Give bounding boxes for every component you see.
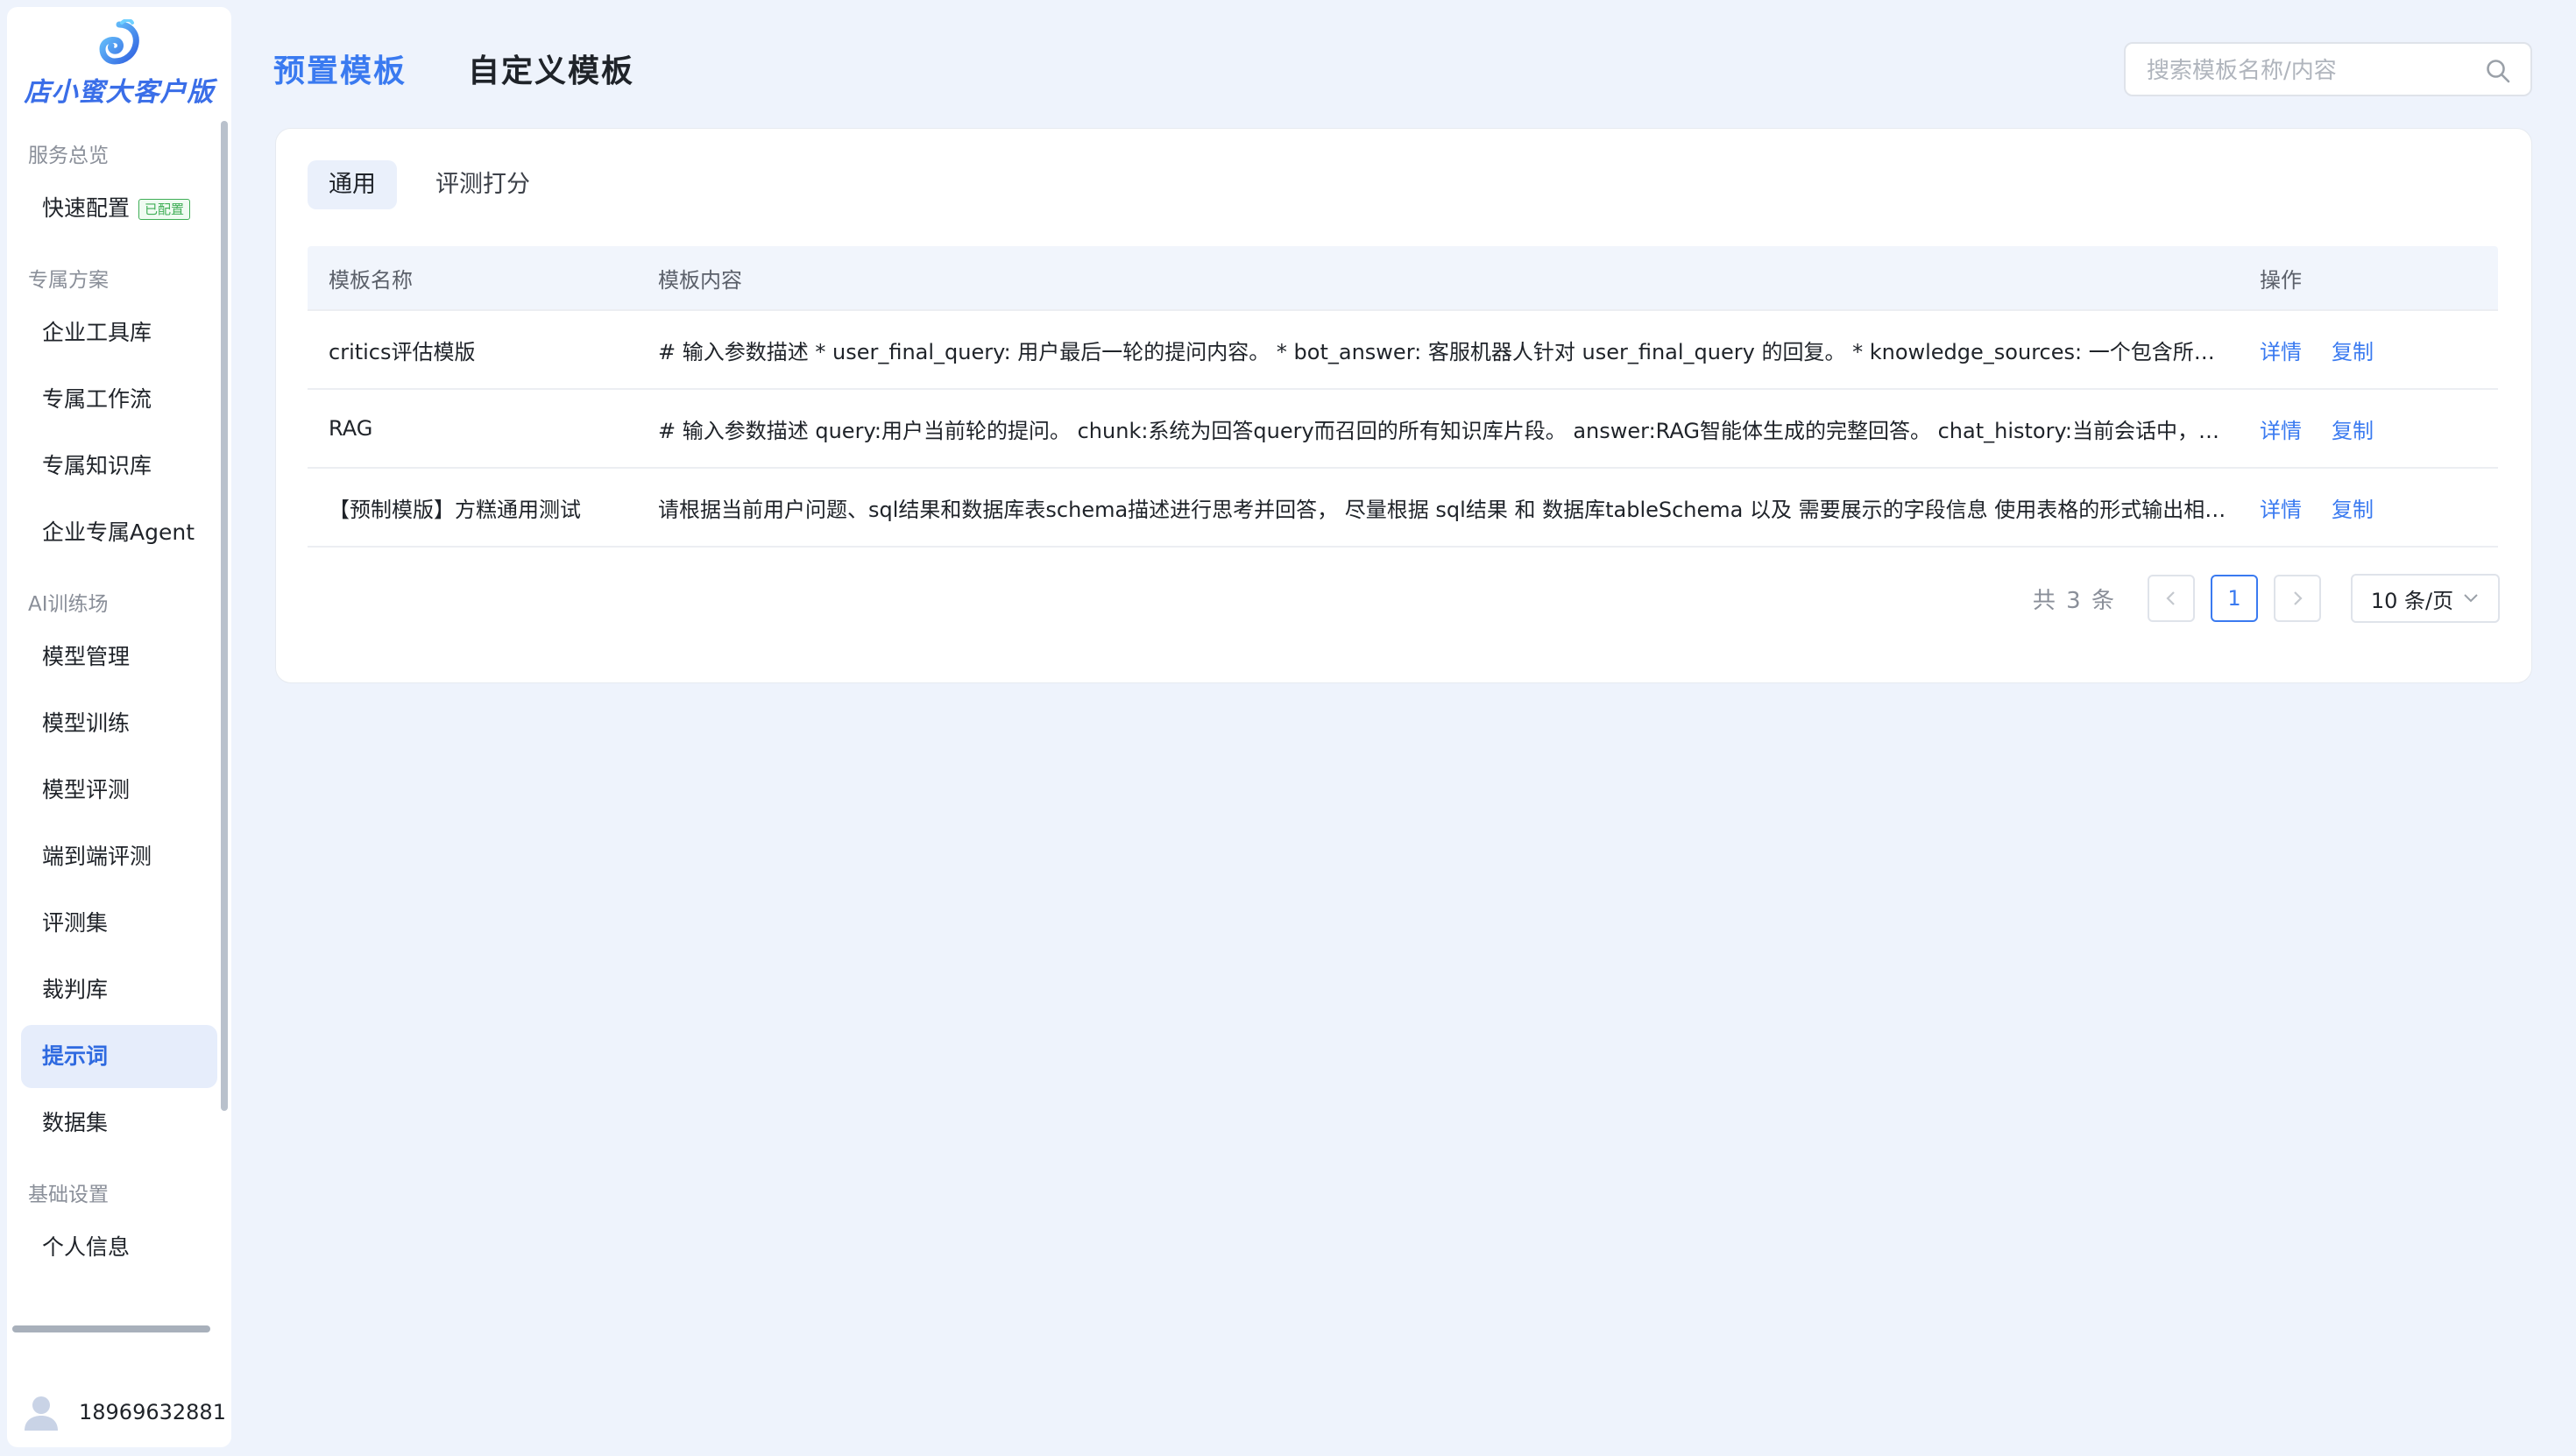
template-content: 请根据当前用户问题、sql结果和数据库表schema描述进行思考并回答， 尽量根… [658,497,2254,522]
search-input[interactable] [2145,54,2481,88]
sidebar-item-agent[interactable]: 企业专属Agent [21,501,217,564]
template-content: # 输入参数描述 * user_final_query: 用户最后一轮的提问内容… [658,339,2254,364]
table-row: critics评估模版 # 输入参数描述 * user_final_query:… [308,311,2498,390]
copy-link[interactable]: 复制 [2332,413,2374,444]
row-actions: 详情 复制 [2254,492,2498,523]
sidebar-item-workflow[interactable]: 专属工作流 [21,368,217,431]
copy-link[interactable]: 复制 [2332,335,2374,365]
tab-general[interactable]: 通用 [308,160,397,209]
column-header-name: 模板名称 [329,267,413,293]
sidebar-item-prompts[interactable]: 提示词 [21,1025,217,1088]
sidebar-item-eval-set[interactable]: 评测集 [21,892,217,955]
row-actions: 详情 复制 [2254,335,2498,365]
search-box [2124,42,2532,96]
sidebar-item-label: 个人信息 [42,1234,131,1260]
section-title-ai-training: AI训练场 [28,593,109,616]
sidebar-item-label: 企业专属Agent [42,519,195,545]
template-type-tabs: 预置模板 自定义模板 [273,46,634,91]
avatar-icon [25,1396,58,1431]
sidebar-item-label: 模型评测 [42,777,131,802]
sidebar-item-model-training[interactable]: 模型训练 [21,692,217,755]
tab-evaluation-scoring[interactable]: 评测打分 [414,160,551,209]
sidebar-item-label: 快速配置 [42,195,131,221]
sidebar-item-knowledge[interactable]: 专属知识库 [21,435,217,498]
sidebar-item-tools[interactable]: 企业工具库 [21,301,217,364]
sidebar-item-label: 提示词 [42,1043,109,1069]
column-header-actions: 操作 [2260,267,2302,293]
detail-link[interactable]: 详情 [2260,335,2302,365]
next-page-button[interactable] [2274,575,2321,622]
section-title-basic-settings: 基础设置 [28,1184,109,1206]
sidebar-item-quick-config[interactable]: 快速配置 已配置 [21,177,217,240]
section-title-overview: 服务总览 [28,145,109,167]
copy-link[interactable]: 复制 [2332,492,2374,523]
sidebar-item-label: 裁判库 [42,977,109,1002]
section-title-exclusive: 专属方案 [28,269,109,292]
user-phone: 18969632881 [79,1400,226,1424]
category-tabs: 通用 评测打分 [308,160,551,209]
tab-custom-templates[interactable]: 自定义模板 [468,46,634,91]
template-card: 通用 评测打分 模板名称 模板内容 操作 critics评估模版 # 输入参数描… [275,128,2532,683]
app-title: 店小蜜大客户版 [24,77,215,108]
sidebar-item-label: 模型管理 [42,644,131,669]
page-number-button[interactable]: 1 [2211,575,2258,622]
table-row: 【预制模版】方糕通用测试 请根据当前用户问题、sql结果和数据库表schema描… [308,469,2498,548]
sidebar-nav: 服务总览 快速配置 已配置 专属方案 企业工具库 专属工作流 专属知识库 企业专属… [7,138,231,1330]
row-actions: 详情 复制 [2254,413,2498,444]
template-name: critics评估模版 [329,339,476,364]
prev-page-button[interactable] [2148,575,2195,622]
sidebar-item-label: 评测集 [42,910,109,936]
detail-link[interactable]: 详情 [2260,492,2302,523]
sidebar-item-profile[interactable]: 个人信息 [21,1216,217,1279]
chevron-down-icon [2464,594,2478,603]
total-count: 共 3 条 [2032,587,2116,614]
page-size-select[interactable]: 10 条/页 [2351,574,2500,623]
sidebar-item-label: 模型训练 [42,710,131,736]
phoenix-logo-icon [99,19,139,65]
sidebar-item-label: 企业工具库 [42,320,152,345]
template-name: 【预制模版】方糕通用测试 [329,497,581,522]
sidebar-item-model-management[interactable]: 模型管理 [21,626,217,689]
template-name: RAG [329,416,373,441]
tab-preset-templates[interactable]: 预置模板 [273,46,407,91]
column-header-content: 模板内容 [658,267,742,293]
table-row: RAG # 输入参数描述 query:用户当前轮的提问。 chunk:系统为回答… [308,390,2498,469]
sidebar-vertical-scrollbar[interactable] [221,121,228,1111]
sidebar-item-judge-library[interactable]: 裁判库 [21,958,217,1021]
sidebar-horizontal-scrollbar[interactable] [12,1325,210,1332]
sidebar-item-label: 端到端评测 [42,844,152,869]
app-logo[interactable]: 店小蜜大客户版 [7,19,231,109]
sidebar-item-label: 专属知识库 [42,453,152,478]
detail-link[interactable]: 详情 [2260,413,2302,444]
table-header: 模板名称 模板内容 操作 [308,246,2498,311]
sidebar-item-e2e-evaluation[interactable]: 端到端评测 [21,825,217,888]
template-table: 模板名称 模板内容 操作 critics评估模版 # 输入参数描述 * user… [308,246,2498,548]
configured-badge: 已配置 [138,199,191,220]
pagination: 共 3 条 1 10 条/页 [2033,574,2500,623]
template-content: # 输入参数描述 query:用户当前轮的提问。 chunk:系统为回答quer… [658,418,2254,443]
chevron-left-icon [2166,591,2175,605]
sidebar: 店小蜜大客户版 服务总览 快速配置 已配置 专属方案 企业工具库 专属工作流 专属… [7,7,231,1447]
sidebar-item-label: 专属工作流 [42,386,152,412]
page-size-value: 10 条/页 [2370,588,2454,613]
sidebar-item-label: 数据集 [42,1110,109,1135]
search-icon[interactable] [2485,58,2511,84]
user-profile[interactable]: 18969632881 [21,1388,226,1437]
chevron-right-icon [2294,591,2303,605]
sidebar-item-datasets[interactable]: 数据集 [21,1092,217,1155]
sidebar-item-model-evaluation[interactable]: 模型评测 [21,759,217,822]
